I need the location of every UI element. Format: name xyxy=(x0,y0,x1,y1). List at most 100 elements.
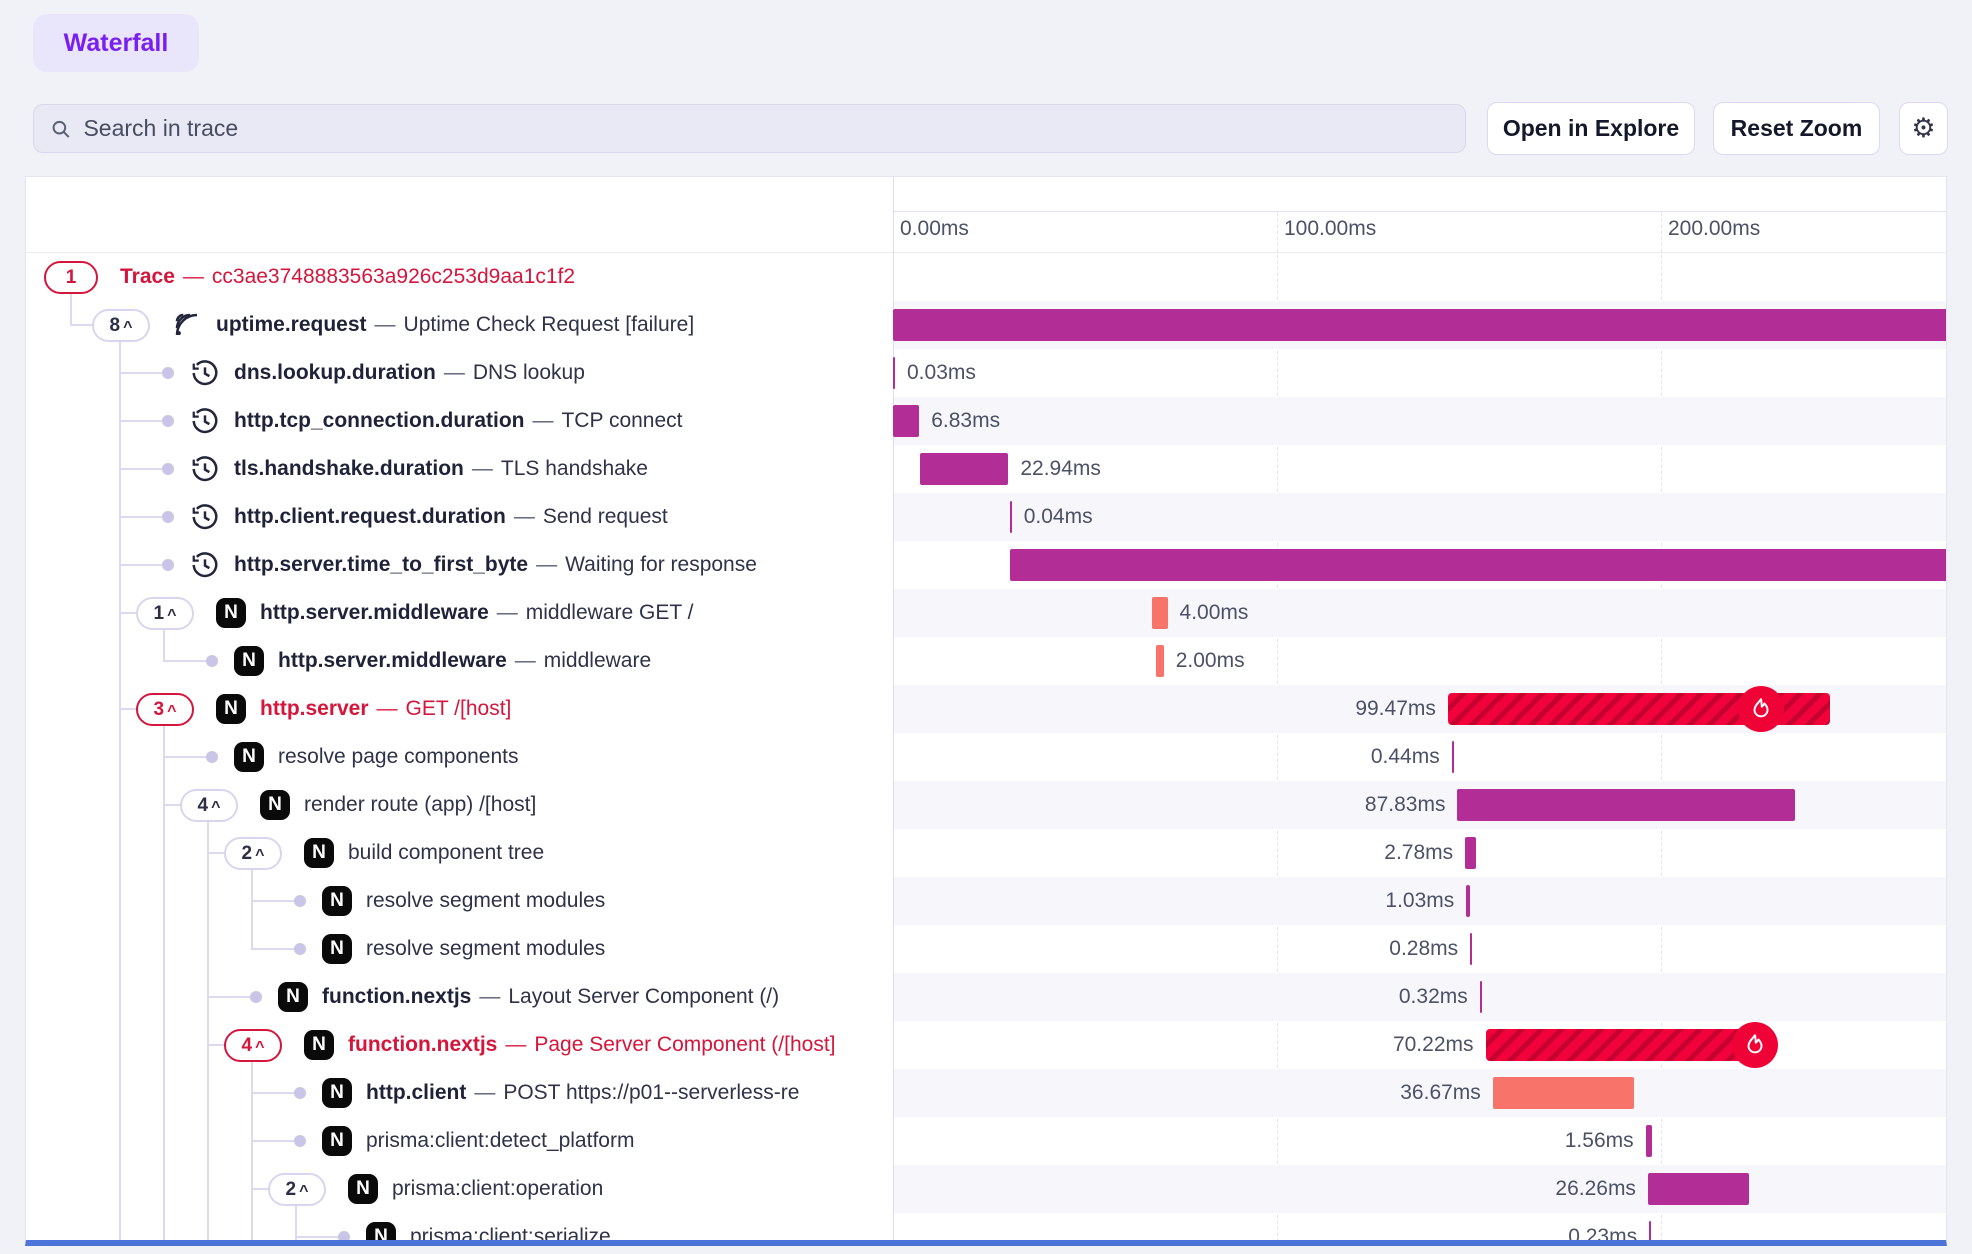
span-duration-bar[interactable] xyxy=(1646,1125,1652,1157)
reset-zoom-button[interactable]: Reset Zoom xyxy=(1713,102,1880,155)
span-duration-bar[interactable] xyxy=(1470,933,1472,965)
span-name: function.nextjs—Page Server Component (/… xyxy=(348,1021,836,1069)
duration-label: 0.04ms xyxy=(1024,493,1093,541)
span-label-cell[interactable]: tls.handshake.duration—TLS handshake xyxy=(26,445,892,493)
span-duration-bar[interactable] xyxy=(920,453,1008,485)
span-name: render route (app) /[host] xyxy=(304,781,536,829)
span-label-cell[interactable]: Nprisma:client:serialize xyxy=(26,1213,892,1246)
chevron-up-icon: ^ xyxy=(299,1183,308,1201)
trace-row: 2^Nbuild component tree2.78ms xyxy=(26,829,1946,877)
span-label-cell[interactable]: Nprisma:client:detect_platform xyxy=(26,1117,892,1165)
span-duration-bar[interactable] xyxy=(1493,1077,1634,1109)
duration-label: 87.83ms xyxy=(1365,781,1446,829)
span-label-cell[interactable]: http.tcp_connection.duration—TCP connect xyxy=(26,397,892,445)
tree-bullet xyxy=(206,655,218,667)
span-label-cell[interactable]: Nhttp.client—POST https://p01--serverles… xyxy=(26,1069,892,1117)
trace-row: tls.handshake.duration—TLS handshake 22.9… xyxy=(26,445,1946,493)
span-duration-bar[interactable] xyxy=(893,309,1947,341)
span-name: resolve segment modules xyxy=(366,877,605,925)
span-label-cell[interactable]: 2^Nbuild component tree xyxy=(26,829,892,877)
child-count: 1 xyxy=(154,603,165,625)
tab-waterfall[interactable]: Waterfall xyxy=(33,14,199,72)
span-label-cell[interactable]: Nresolve segment modules xyxy=(26,877,892,925)
span-duration-bar[interactable] xyxy=(1480,981,1482,1013)
span-duration-bar[interactable] xyxy=(1010,501,1012,533)
trace-row: 4^Nrender route (app) /[host] 87.83ms xyxy=(26,781,1946,829)
tree-bullet xyxy=(338,1231,350,1243)
span-label-cell[interactable]: Nresolve segment modules xyxy=(26,925,892,973)
trace-row: Nresolve page components0.44ms xyxy=(26,733,1946,781)
span-duration-bar[interactable] xyxy=(1010,549,1947,581)
expand-pill[interactable]: 2^ xyxy=(268,1173,326,1206)
span-label-cell[interactable]: dns.lookup.duration—DNS lookup xyxy=(26,349,892,397)
tree-bullet xyxy=(162,367,174,379)
span-name: uptime.request—Uptime Check Request [fai… xyxy=(216,301,694,349)
span-duration-bar[interactable] xyxy=(893,405,919,437)
span-name: resolve segment modules xyxy=(366,925,605,973)
trace-row: Nresolve segment modules0.28ms xyxy=(26,925,1946,973)
expand-pill[interactable]: 4^ xyxy=(180,789,238,822)
expand-pill[interactable]: 1 xyxy=(44,261,98,294)
span-duration-bar[interactable] xyxy=(1452,741,1454,773)
span-label-cell[interactable]: Nhttp.server.middleware—middleware xyxy=(26,637,892,685)
span-name: http.server—GET /[host] xyxy=(260,685,511,733)
expand-pill[interactable]: 1^ xyxy=(136,597,194,630)
span-name: http.tcp_connection.duration—TCP connect xyxy=(234,397,683,445)
span-label-cell[interactable]: 4^Nfunction.nextjs—Page Server Component… xyxy=(26,1021,892,1069)
span-duration-bar[interactable] xyxy=(893,357,895,389)
duration-label: 99.47ms xyxy=(1355,685,1436,733)
span-description: POST https://p01--serverless-re xyxy=(503,1081,799,1104)
nextjs-icon: N xyxy=(322,1126,352,1156)
trace-row: Nprisma:client:serialize0.23ms xyxy=(26,1213,1946,1246)
span-duration-bar[interactable] xyxy=(1465,837,1476,869)
trace-row: Nresolve segment modules1.03ms xyxy=(26,877,1946,925)
clock-history-icon xyxy=(190,406,220,436)
expand-pill[interactable]: 4^ xyxy=(224,1029,282,1062)
span-name: Trace—cc3ae3748883563a926c253d9aa1c1f2 xyxy=(120,253,575,301)
span-label-cell[interactable]: Nfunction.nextjs—Layout Server Component… xyxy=(26,973,892,1021)
span-duration-bar[interactable] xyxy=(1457,789,1794,821)
span-label-cell[interactable]: Nresolve page components xyxy=(26,733,892,781)
span-description: Layout Server Component (/) xyxy=(508,985,779,1008)
chevron-up-icon: ^ xyxy=(123,319,132,337)
span-label-cell[interactable]: 1^Nhttp.server.middleware—middleware GET… xyxy=(26,589,892,637)
expand-pill[interactable]: 8^ xyxy=(92,309,150,342)
span-label-cell[interactable]: http.client.request.duration—Send reques… xyxy=(26,493,892,541)
expand-pill[interactable]: 3^ xyxy=(136,693,194,726)
duration-label: 6.83ms xyxy=(931,397,1000,445)
span-duration-bar[interactable] xyxy=(1156,645,1164,677)
tree-bullet xyxy=(294,895,306,907)
span-description: DNS lookup xyxy=(473,361,585,384)
span-label-cell[interactable]: http.server.time_to_first_byte—Waiting f… xyxy=(26,541,892,589)
trace-row: Nhttp.server.middleware—middleware2.00ms xyxy=(26,637,1946,685)
search-input[interactable] xyxy=(83,115,1449,142)
span-label-cell[interactable]: 1 Trace—cc3ae3748883563a926c253d9aa1c1f2 xyxy=(26,253,892,301)
span-duration-bar[interactable] xyxy=(1649,1221,1651,1246)
search-bar[interactable] xyxy=(33,104,1466,153)
duration-label: 22.94ms xyxy=(1020,445,1101,493)
nextjs-icon: N xyxy=(322,886,352,916)
span-duration-bar[interactable] xyxy=(1152,597,1167,629)
expand-pill[interactable]: 2^ xyxy=(224,837,282,870)
trace-row: http.client.request.duration—Send reques… xyxy=(26,493,1946,541)
clock-history-icon xyxy=(190,454,220,484)
span-label-cell[interactable]: 8^ uptime.request—Uptime Check Request [f… xyxy=(26,301,892,349)
open-in-explore-button[interactable]: Open in Explore xyxy=(1487,102,1695,155)
span-label-cell[interactable]: 3^Nhttp.server—GET /[host] xyxy=(26,685,892,733)
trace-waterfall-panel: 0.00ms100.00ms200.00ms 1Trace—cc3ae37488… xyxy=(25,176,1947,1246)
span-duration-bar[interactable] xyxy=(1648,1173,1749,1205)
span-name: http.server.middleware—middleware GET / xyxy=(260,589,693,637)
span-description: Waiting for response xyxy=(565,553,757,576)
nextjs-icon: N xyxy=(234,646,264,676)
flame-icon xyxy=(1738,686,1784,732)
settings-button[interactable]: ⚙ xyxy=(1899,102,1948,155)
span-duration-bar[interactable] xyxy=(1466,885,1470,917)
nextjs-icon: N xyxy=(366,1222,396,1246)
span-label-cell[interactable]: 4^Nrender route (app) /[host] xyxy=(26,781,892,829)
nextjs-icon: N xyxy=(278,982,308,1012)
gear-icon: ⚙ xyxy=(1911,115,1935,142)
trace-row: Nhttp.client—POST https://p01--serverles… xyxy=(26,1069,1946,1117)
span-duration-bar[interactable] xyxy=(1486,1029,1756,1061)
span-label-cell[interactable]: 2^Nprisma:client:operation xyxy=(26,1165,892,1213)
chevron-up-icon: ^ xyxy=(167,607,176,625)
